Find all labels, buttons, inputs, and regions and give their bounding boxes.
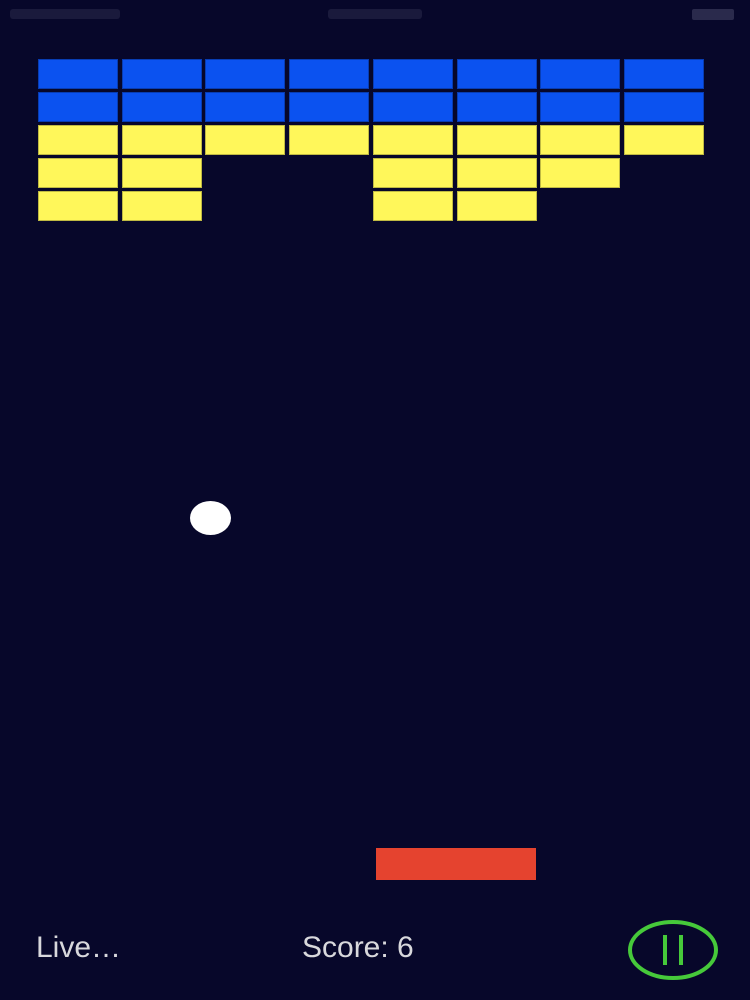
brick-blue-r1-c3 [205,59,286,89]
brick-blue-r2-c6 [456,92,537,122]
brick-blue-r2-c5 [372,92,453,122]
brick-yellow-r5-c1 [38,191,118,221]
brick-yellow-r3-c4 [289,125,370,155]
status-bar-carrier [10,9,120,19]
ball [190,501,231,535]
brick-yellow-r3-c8 [623,125,704,155]
brick-blue-r2-c4 [289,92,370,122]
brick-wall [38,59,708,225]
brick-yellow-r3-c7 [540,125,621,155]
brick-blue-r2-c7 [540,92,621,122]
brick-blue-r2-c8 [623,92,704,122]
brick-yellow-r4-c2 [121,158,202,188]
brick-blue-r1-c6 [456,59,537,89]
brick-blue-r2-c2 [121,92,202,122]
battery-icon [692,9,734,20]
brick-blue-r1-c4 [289,59,370,89]
brick-yellow-r4-c1 [38,158,118,188]
brick-yellow-r4-c5 [372,158,453,188]
brick-yellow-r3-c5 [372,125,453,155]
lives-label: Live… [36,931,122,964]
status-bar-time [328,9,422,19]
brick-blue-r2-c3 [205,92,286,122]
pause-button[interactable] [628,920,718,980]
brick-blue-r1-c8 [623,59,704,89]
brick-yellow-r3-c3 [205,125,286,155]
status-bar [0,0,750,28]
brick-blue-r1-c2 [121,59,202,89]
brick-yellow-r3-c2 [121,125,202,155]
brick-blue-r1-c1 [38,59,118,89]
brick-yellow-r3-c1 [38,125,118,155]
brick-blue-r2-c1 [38,92,118,122]
brick-yellow-r4-c7 [540,158,621,188]
brick-yellow-r4-c6 [456,158,537,188]
paddle[interactable] [376,848,536,880]
score-label: Score: 6 [302,931,414,964]
brick-yellow-r5-c5 [372,191,453,221]
brick-blue-r1-c7 [540,59,621,89]
pause-icon [628,920,718,980]
game-screen[interactable]: Live… Score: 6 [0,0,750,1000]
brick-yellow-r5-c2 [121,191,202,221]
brick-yellow-r3-c6 [456,125,537,155]
brick-blue-r1-c5 [372,59,453,89]
brick-yellow-r5-c6 [456,191,537,221]
